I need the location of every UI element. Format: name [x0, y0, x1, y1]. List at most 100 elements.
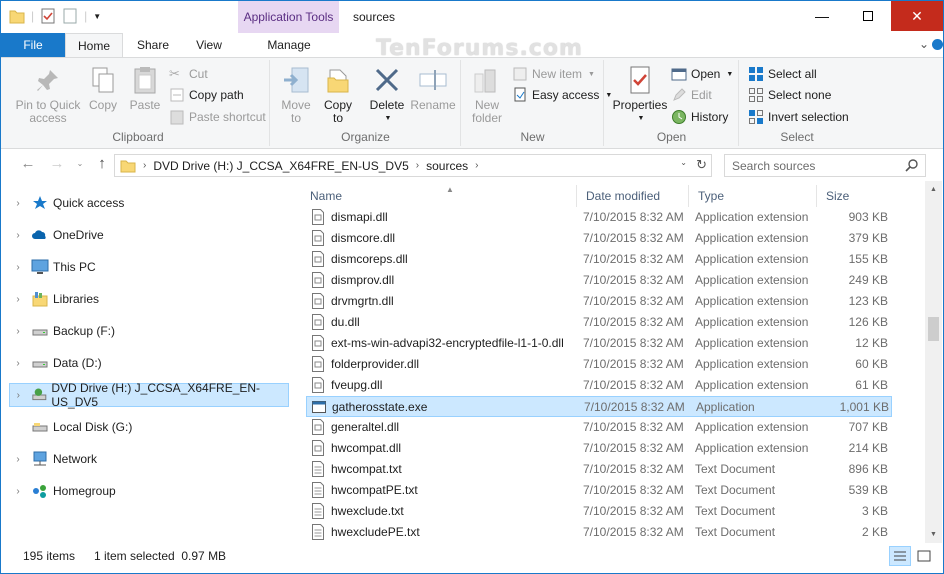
- details-view-button[interactable]: [889, 546, 911, 566]
- nav-item-data[interactable]: › Data (D:): [9, 351, 289, 375]
- delete-button[interactable]: Delete ▼: [367, 64, 407, 125]
- properties-icon[interactable]: [40, 7, 56, 25]
- table-row[interactable]: hwcompatPE.txt 7/10/2015 8:32 AM Text Docu…: [306, 480, 892, 501]
- table-row[interactable]: generaltel.dll 7/10/2015 8:32 AM Applicati…: [306, 417, 892, 438]
- expand-chevron-icon[interactable]: ›: [9, 262, 27, 273]
- vertical-scrollbar[interactable]: ▲ ▼: [925, 181, 942, 543]
- search-box[interactable]: Search sources: [724, 154, 926, 177]
- select-none-button[interactable]: Select none: [748, 85, 831, 105]
- breadcrumb-chevron-icon[interactable]: ›: [475, 160, 478, 171]
- new-item-button[interactable]: New item ▼: [512, 64, 595, 84]
- new-folder-icon[interactable]: [62, 7, 78, 25]
- tab-share[interactable]: Share: [127, 33, 179, 57]
- open-button[interactable]: Open ▼: [671, 64, 733, 84]
- tab-file[interactable]: File: [1, 33, 65, 57]
- paste-shortcut-button[interactable]: Paste shortcut: [169, 107, 266, 127]
- nav-item-quick-access[interactable]: › Quick access: [9, 191, 289, 215]
- easy-access-button[interactable]: Easy access ▼: [512, 85, 612, 105]
- breadcrumb-dvd-drive[interactable]: DVD Drive (H:) J_CCSA_X64FRE_EN-US_DV5: [153, 159, 408, 173]
- table-row[interactable]: folderprovider.dll 7/10/2015 8:32 AM Appli…: [306, 354, 892, 375]
- rename-button[interactable]: Rename: [410, 64, 456, 112]
- nav-item-homegroup[interactable]: › Homegroup: [9, 479, 289, 503]
- table-row[interactable]: ext-ms-win-advapi32-encryptedfile-l1-1-0…: [306, 333, 892, 354]
- expand-chevron-icon[interactable]: ›: [9, 198, 27, 209]
- paste-button[interactable]: Paste: [127, 64, 163, 112]
- table-row[interactable]: du.dll 7/10/2015 8:32 AM Application exten…: [306, 312, 892, 333]
- expand-chevron-icon[interactable]: ›: [9, 486, 27, 497]
- column-header-type[interactable]: Type: [689, 185, 817, 207]
- file-date-modified: 7/10/2015 8:32 AM: [583, 462, 684, 476]
- up-arrow-icon[interactable]: ↑: [92, 155, 112, 172]
- table-row[interactable]: hwcompat.txt 7/10/2015 8:32 AM Text Docume…: [306, 459, 892, 480]
- invert-selection-button[interactable]: Invert selection: [748, 107, 849, 127]
- nav-item-libraries[interactable]: › Libraries: [9, 287, 289, 311]
- large-icons-view-button[interactable]: [913, 546, 935, 566]
- cut-button[interactable]: ✂ Cut: [169, 64, 208, 84]
- nav-item-dvd-drive[interactable]: › DVD Drive (H:) J_CCSA_X64FRE_EN-US_DV5: [9, 381, 289, 409]
- folder-icon[interactable]: [9, 7, 25, 25]
- breadcrumb-chevron-icon[interactable]: ›: [143, 160, 146, 171]
- tab-home[interactable]: Home: [65, 33, 123, 58]
- breadcrumb-sources[interactable]: sources: [426, 159, 468, 173]
- breadcrumb-chevron-icon[interactable]: ›: [416, 160, 419, 171]
- history-button[interactable]: History: [671, 107, 728, 127]
- minimize-button[interactable]: —: [799, 1, 845, 31]
- column-header-size[interactable]: Size: [817, 185, 917, 207]
- copy-path-button[interactable]: Copy path: [169, 85, 244, 105]
- pin-to-quick-access-button[interactable]: Pin to Quick access: [13, 64, 83, 125]
- edit-button[interactable]: Edit: [671, 85, 712, 105]
- move-to-button[interactable]: Move to: [277, 64, 315, 125]
- collapse-ribbon-icon[interactable]: ⌄: [919, 37, 929, 51]
- table-row[interactable]: dismcore.dll 7/10/2015 8:32 AM Application…: [306, 228, 892, 249]
- forward-arrow-icon[interactable]: →: [47, 155, 67, 172]
- column-header-date[interactable]: Date modified: [577, 185, 689, 207]
- scroll-up-arrow-icon[interactable]: ▲: [925, 181, 942, 198]
- open-icon: [671, 68, 687, 81]
- address-bar[interactable]: › DVD Drive (H:) J_CCSA_X64FRE_EN-US_DV5…: [114, 154, 712, 177]
- tab-view[interactable]: View: [183, 33, 235, 57]
- tab-manage[interactable]: Manage: [239, 33, 339, 57]
- close-button[interactable]: ✕: [891, 1, 943, 31]
- expand-chevron-icon[interactable]: ›: [9, 294, 27, 305]
- expand-chevron-icon[interactable]: ›: [9, 230, 27, 241]
- large-icons-view-icon: [917, 550, 931, 562]
- scrollbar-thumb[interactable]: [928, 317, 939, 341]
- back-arrow-icon[interactable]: ←: [18, 155, 38, 172]
- maximize-button[interactable]: [845, 1, 891, 31]
- search-icon[interactable]: [905, 158, 919, 172]
- expand-chevron-icon[interactable]: ›: [10, 390, 27, 401]
- expand-chevron-icon[interactable]: ›: [9, 358, 27, 369]
- nav-item-this-pc[interactable]: › This PC: [9, 255, 289, 279]
- table-row[interactable]: fveupg.dll 7/10/2015 8:32 AM Application e…: [306, 375, 892, 396]
- nav-item-local-disk[interactable]: Local Disk (G:): [9, 415, 289, 439]
- selection-info: 1 item selected 0.97 MB: [94, 549, 227, 563]
- copy-button[interactable]: Copy: [85, 64, 121, 112]
- nav-item-onedrive[interactable]: › OneDrive: [9, 223, 289, 247]
- file-type: Application extension: [695, 273, 809, 287]
- table-row[interactable]: dismprov.dll 7/10/2015 8:32 AM Application…: [306, 270, 892, 291]
- address-dropdown-icon[interactable]: ⌄: [680, 158, 687, 167]
- recent-locations-chevron-icon[interactable]: ⌄: [70, 159, 90, 168]
- table-row[interactable]: gatherosstate.exe 7/10/2015 8:32 AM Applic…: [306, 396, 892, 417]
- select-all-button[interactable]: Select all: [748, 64, 817, 84]
- copy-to-button[interactable]: Copy to: [319, 64, 357, 125]
- expand-chevron-icon[interactable]: ›: [9, 454, 27, 465]
- nav-item-backup[interactable]: › Backup (F:): [9, 319, 289, 343]
- refresh-icon[interactable]: ↻: [696, 157, 707, 173]
- table-row[interactable]: hwexclude.txt 7/10/2015 8:32 AM Text Docum…: [306, 501, 892, 522]
- properties-button[interactable]: Properties ▼: [609, 64, 671, 125]
- expand-chevron-icon[interactable]: ›: [9, 326, 27, 337]
- copy-to-icon: [327, 69, 349, 93]
- table-row[interactable]: hwexcludePE.txt 7/10/2015 8:32 AM Text Doc…: [306, 522, 892, 543]
- table-row[interactable]: dismcoreps.dll 7/10/2015 8:32 AM Applicati…: [306, 249, 892, 270]
- new-folder-button[interactable]: New folder: [468, 64, 506, 125]
- table-row[interactable]: drvmgrtn.dll 7/10/2015 8:32 AM Application…: [306, 291, 892, 312]
- help-icon[interactable]: [932, 39, 943, 50]
- customize-qat-icon[interactable]: ▼: [93, 12, 101, 21]
- scroll-down-arrow-icon[interactable]: ▼: [925, 526, 942, 543]
- table-row[interactable]: dismapi.dll 7/10/2015 8:32 AM Application …: [306, 207, 892, 228]
- file-type: Application extension: [695, 357, 809, 371]
- nav-item-network[interactable]: › Network: [9, 447, 289, 471]
- table-row[interactable]: hwcompat.dll 7/10/2015 8:32 AM Application…: [306, 438, 892, 459]
- column-header-name[interactable]: Name ▲: [301, 185, 577, 207]
